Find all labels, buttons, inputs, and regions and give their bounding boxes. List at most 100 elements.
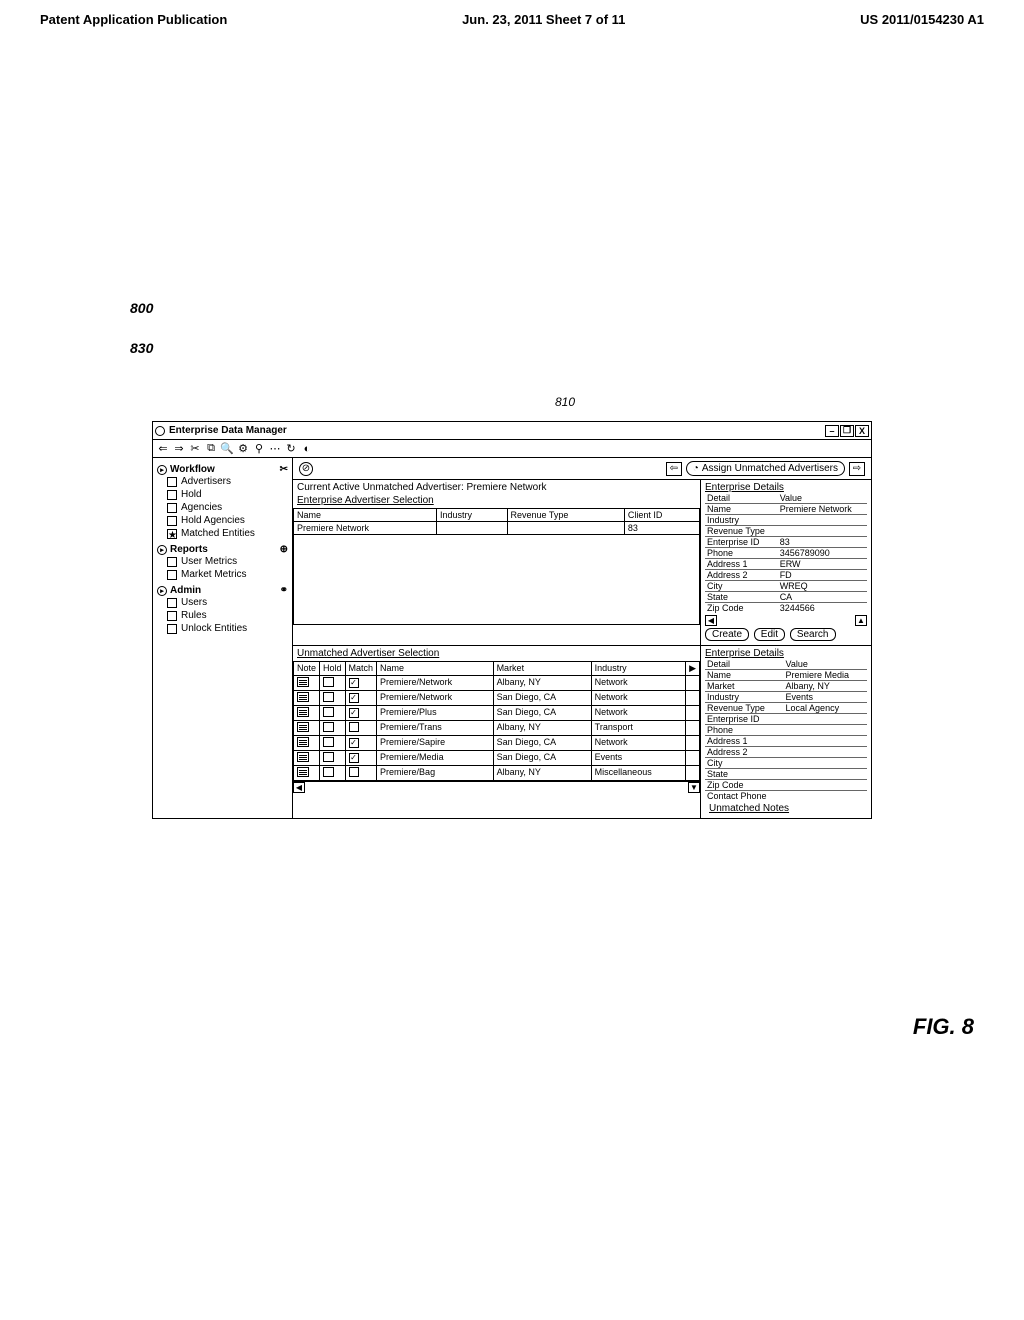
sidebar-item-users[interactable]: Users: [157, 596, 288, 609]
note-cell[interactable]: [294, 676, 320, 691]
help-icon[interactable]: ◐: [301, 443, 313, 455]
note-cell[interactable]: [294, 721, 320, 736]
settings-icon[interactable]: ⚙: [237, 443, 249, 455]
sidebar-item-market-metrics[interactable]: Market Metrics: [157, 568, 288, 581]
match-cell[interactable]: ✓: [345, 751, 377, 766]
cell-industry: Events: [591, 751, 685, 766]
scroll-down-icon[interactable]: ▼: [688, 782, 700, 793]
reports-label: Reports: [170, 544, 208, 555]
cell-market: San Diego, CA: [493, 736, 591, 751]
table-row[interactable]: ✓Premiere/NetworkAlbany, NYNetwork: [294, 676, 700, 691]
col-name[interactable]: Name: [377, 662, 494, 676]
col-match[interactable]: Match: [345, 662, 377, 676]
forward-icon[interactable]: ⇒: [173, 443, 185, 455]
find-icon[interactable]: 🔍: [221, 443, 233, 455]
scroll-left-icon[interactable]: ◀: [705, 615, 717, 626]
col-name[interactable]: Name: [294, 509, 437, 522]
pin-icon[interactable]: ⚲: [253, 443, 265, 455]
sidebar-item-label: Agencies: [181, 502, 222, 513]
sidebar-item-matched-entities[interactable]: ★Matched Entities: [157, 527, 288, 540]
edit-button[interactable]: Edit: [754, 628, 785, 641]
match-cell[interactable]: ✓: [345, 691, 377, 706]
sidebar-item-unlock-entities[interactable]: Unlock Entities: [157, 622, 288, 635]
match-checkbox[interactable]: [349, 767, 359, 777]
sidebar-item-hold-agencies[interactable]: Hold Agencies: [157, 514, 288, 527]
back-icon[interactable]: ⇐: [157, 443, 169, 455]
note-cell[interactable]: [294, 691, 320, 706]
refresh-icon[interactable]: ↻: [285, 443, 297, 455]
hold-cell[interactable]: [320, 751, 346, 766]
kv-key: Name: [705, 670, 784, 681]
match-checkbox[interactable]: ✓: [349, 738, 359, 748]
kv-key: Address 1: [705, 736, 784, 747]
scroll-left-icon[interactable]: ◀: [293, 782, 305, 793]
note-cell[interactable]: [294, 706, 320, 721]
match-cell[interactable]: ✓: [345, 676, 377, 691]
create-button[interactable]: Create: [705, 628, 749, 641]
match-checkbox[interactable]: ✓: [349, 693, 359, 703]
assign-unmatched-button[interactable]: ◔ Assign Unmatched Advertisers: [686, 461, 845, 476]
note-cell[interactable]: [294, 736, 320, 751]
col-note[interactable]: Note: [294, 662, 320, 676]
sidebar-item-label: Unlock Entities: [181, 623, 247, 634]
col-market[interactable]: Market: [493, 662, 591, 676]
match-cell[interactable]: ✓: [345, 706, 377, 721]
col-industry[interactable]: Industry: [591, 662, 685, 676]
col-industry[interactable]: Industry: [436, 509, 507, 522]
next-arrow-button[interactable]: ⇨: [849, 462, 865, 476]
match-cell[interactable]: ✓: [345, 736, 377, 751]
cancel-icon[interactable]: ⊘: [299, 462, 313, 476]
close-button[interactable]: X: [855, 425, 869, 437]
cut-icon[interactable]: ✂: [189, 443, 201, 455]
table-row[interactable]: Premiere Network 83: [294, 522, 700, 535]
table-row[interactable]: ✓Premiere/MediaSan Diego, CAEvents: [294, 751, 700, 766]
link-icon[interactable]: ⚭: [280, 585, 288, 596]
sidebar-group-reports[interactable]: ▸ Reports ⊕: [157, 544, 288, 555]
match-cell[interactable]: [345, 766, 377, 781]
maximize-button[interactable]: ❐: [840, 425, 854, 437]
col-client-id[interactable]: Client ID: [624, 509, 699, 522]
prev-arrow-button[interactable]: ⇦: [666, 462, 682, 476]
col-revenue-type[interactable]: Revenue Type: [507, 509, 624, 522]
sidebar-item-user-metrics[interactable]: User Metrics: [157, 555, 288, 568]
match-checkbox[interactable]: [349, 722, 359, 732]
kv-val: [784, 758, 867, 769]
match-checkbox[interactable]: ✓: [349, 708, 359, 718]
kv-val: 3456789090: [778, 548, 867, 559]
sidebar-group-workflow[interactable]: ▸ Workflow ✂: [157, 464, 288, 475]
hold-cell[interactable]: [320, 706, 346, 721]
hold-cell[interactable]: [320, 676, 346, 691]
cell-market: Albany, NY: [493, 766, 591, 781]
minimize-button[interactable]: –: [825, 425, 839, 437]
table-row[interactable]: ✓Premiere/NetworkSan Diego, CANetwork: [294, 691, 700, 706]
sidebar-item-hold[interactable]: Hold: [157, 488, 288, 501]
scroll-up-icon[interactable]: ▲: [855, 615, 867, 626]
col-hold[interactable]: Hold: [320, 662, 346, 676]
match-checkbox[interactable]: ✓: [349, 678, 359, 688]
hold-cell[interactable]: [320, 691, 346, 706]
globe-icon[interactable]: ⊕: [280, 544, 288, 555]
match-checkbox[interactable]: ✓: [349, 753, 359, 763]
sidebar-group-admin[interactable]: ▸ Admin ⚭: [157, 585, 288, 596]
note-cell[interactable]: [294, 766, 320, 781]
sidebar-item-rules[interactable]: Rules: [157, 609, 288, 622]
table-row[interactable]: ✓Premiere/PlusSan Diego, CANetwork: [294, 706, 700, 721]
hold-cell[interactable]: [320, 736, 346, 751]
app-icon: [155, 426, 165, 436]
match-cell[interactable]: [345, 721, 377, 736]
clock-icon: ◔: [693, 463, 699, 474]
more-icon[interactable]: ⋯: [269, 443, 281, 455]
sidebar-item-advertisers[interactable]: Advertisers: [157, 475, 288, 488]
table-row[interactable]: Premiere/TransAlbany, NYTransport: [294, 721, 700, 736]
horizontal-scrollbar[interactable]: ◀ ▼: [293, 781, 700, 793]
callout-830: 830: [130, 340, 153, 356]
table-row[interactable]: ✓Premiere/SapireSan Diego, CANetwork: [294, 736, 700, 751]
copy-icon[interactable]: ⧉: [205, 443, 217, 455]
sidebar-item-agencies[interactable]: Agencies: [157, 501, 288, 514]
pin-icon[interactable]: ✂: [280, 464, 288, 475]
hold-cell[interactable]: [320, 766, 346, 781]
note-cell[interactable]: [294, 751, 320, 766]
hold-cell[interactable]: [320, 721, 346, 736]
search-button[interactable]: Search: [790, 628, 836, 641]
table-row[interactable]: Premiere/BagAlbany, NYMiscellaneous: [294, 766, 700, 781]
